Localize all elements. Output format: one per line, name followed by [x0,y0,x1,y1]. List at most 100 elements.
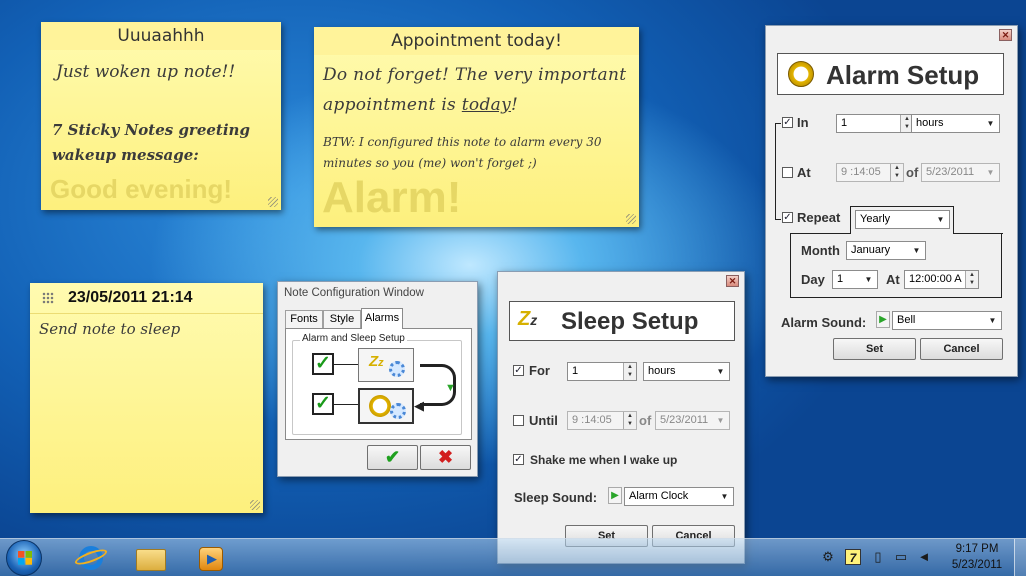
tab-style[interactable]: Style [323,310,361,328]
month-value: January [851,244,891,256]
volume-icon[interactable]: ◄ [916,549,932,565]
at-date-input[interactable]: 5/23/2011 ▼ [921,163,1000,182]
panel-top-line [954,233,1003,234]
tab-alarms[interactable]: Alarms [361,308,403,329]
sleep-sound-value: Alarm Clock [629,490,689,502]
taskbar: ▶ ⚙ 7 ▯ ▭ ◄ 9:17 PM 5/23/2011 [0,538,1026,576]
sleep-zzz-icon: Zz [518,308,538,330]
clock-time[interactable]: 9:17 PM [942,543,1012,555]
alarm-setup-header: Alarm Setup [777,53,1004,95]
drag-handle-icon[interactable] [42,292,54,304]
in-unit-select[interactable]: hours ▼ [911,114,1000,133]
ok-button[interactable]: ✔ [367,445,418,470]
internet-explorer-icon[interactable] [68,543,112,573]
sleep-zzz-icon: Zz [369,353,384,370]
in-checkbox[interactable]: ✓ [782,117,793,128]
network-icon[interactable]: ⚙ [820,549,836,565]
note-text-part: appointment is [323,95,462,115]
device-icon[interactable]: ▯ [870,549,886,565]
sticky-note-wakeup[interactable]: Uuuaahhh Just woken up note!! 7 Sticky N… [41,22,281,210]
note-title[interactable]: Uuuaahhh [41,22,281,50]
resize-grip[interactable] [268,197,278,207]
sleep-sound-select[interactable]: Alarm Clock ▼ [624,487,734,506]
at-time-input[interactable]: 9 :14:05 ▲ ▼ [836,163,904,182]
chevron-down-icon: ▼ [716,367,725,376]
play-sound-button[interactable]: ▶ [608,487,622,504]
media-player-icon[interactable]: ▶ [188,543,232,573]
note-header-divider [30,313,263,314]
monitor-icon[interactable]: ▭ [893,549,909,565]
sleep-setup-button[interactable]: Zz [358,348,414,382]
connector-line [334,364,358,365]
month-label: Month [801,243,840,258]
spinner-icon[interactable]: ▲ ▼ [623,363,636,380]
alarm-setup-button[interactable] [358,388,414,424]
note-title[interactable]: Appointment today! [314,27,639,55]
note-text-line: Just woken up note!! [56,62,236,82]
panel-top-line [791,233,851,234]
group-label: Alarm and Sleep Setup [300,333,407,344]
note-big-text: Alarm! [322,173,462,222]
note-text-line: wakeup message: [52,146,199,164]
alarm-enabled-checkbox[interactable]: ✓ [312,393,334,415]
window-title: Note Configuration Window [284,287,424,299]
at-time-label: At [886,272,900,287]
tab-fonts[interactable]: Fonts [285,310,323,328]
chevron-down-icon: ▼ [716,416,725,425]
cancel-button[interactable]: Cancel [920,338,1003,360]
file-explorer-icon[interactable] [128,543,172,573]
alarm-sound-select[interactable]: Bell ▼ [892,311,1002,330]
show-desktop-button[interactable] [1014,539,1026,576]
repeat-checkbox[interactable]: ✓ [782,212,793,223]
day-select[interactable]: 1 ▼ [832,270,878,289]
note-text-line: Do not forget! The very important [323,65,627,85]
until-checkbox[interactable] [513,415,524,426]
start-button[interactable] [6,540,42,576]
sleep-setup-header: Zz Sleep Setup [509,301,735,341]
note-text-line: minutes so you (me) won't forget ;) [323,156,537,170]
day-value: 1 [837,273,844,285]
close-button[interactable]: ✕ [999,29,1012,41]
resize-grip[interactable] [250,500,260,510]
at-checkbox[interactable] [782,167,793,178]
spinner-icon[interactable]: ▲ ▼ [623,412,636,429]
for-checkbox[interactable]: ✓ [513,365,524,376]
spinner-icon[interactable]: ▲ ▼ [965,271,978,288]
month-select[interactable]: January ▼ [846,241,926,260]
note-configuration-window[interactable]: Note Configuration Window Fonts Style Al… [277,281,478,477]
spinner-icon[interactable]: ▲ ▼ [890,164,903,181]
repeat-label: Repeat [797,210,841,225]
gear-icon [389,361,405,377]
for-value-input[interactable]: 1 ▲ ▼ [567,362,637,381]
note-text-line: 7 Sticky Notes greeting [52,121,250,139]
note-title[interactable]: 23/05/2011 21:14 [68,289,193,307]
clock-date[interactable]: 5/23/2011 [942,559,1012,571]
cancel-button[interactable]: ✖ [420,445,471,470]
gear-icon [390,403,406,419]
repeat-select[interactable]: Yearly ▼ [855,210,950,229]
chevron-down-icon: ▼ [988,316,997,325]
set-button[interactable]: Set [833,338,916,360]
until-time-input[interactable]: 9 :14:05 ▲ ▼ [567,411,637,430]
repeat-time-input[interactable]: 12:00:00 A ▲ ▼ [904,270,979,289]
sleep-setup-window[interactable]: ✕ Zz Sleep Setup ✓ For 1 ▲ ▼ hours ▼ Unti… [497,271,745,564]
until-date-input[interactable]: 5/23/2011 ▼ [655,411,730,430]
alarm-setup-window[interactable]: ✕ Alarm Setup ✓ In 1 ▲ ▼ hours ▼ At 9 :14… [765,25,1018,377]
tree-line [775,123,781,124]
sticky-notes-tray-icon[interactable]: 7 [845,549,861,565]
play-sound-button[interactable]: ▶ [876,311,890,328]
close-button[interactable]: ✕ [726,275,739,287]
sticky-note-sleep[interactable]: 23/05/2011 21:14 Send note to sleep [30,283,263,513]
sticky-note-appointment[interactable]: Appointment today! Do not forget! The ve… [314,27,639,227]
for-unit: hours [648,365,676,377]
for-unit-select[interactable]: hours ▼ [643,362,730,381]
in-value-input[interactable]: 1 ▲ ▼ [836,114,914,133]
sleep-sound-label: Sleep Sound: [514,490,598,505]
until-date: 5/23/2011 [660,414,709,426]
window-title: Sleep Setup [561,308,699,335]
shake-checkbox[interactable]: ✓ [513,454,524,465]
sleep-enabled-checkbox[interactable]: ✓ [312,353,334,375]
resize-grip[interactable] [626,214,636,224]
note-text-underlined: today [461,95,511,115]
alarm-clock-icon [788,61,814,87]
